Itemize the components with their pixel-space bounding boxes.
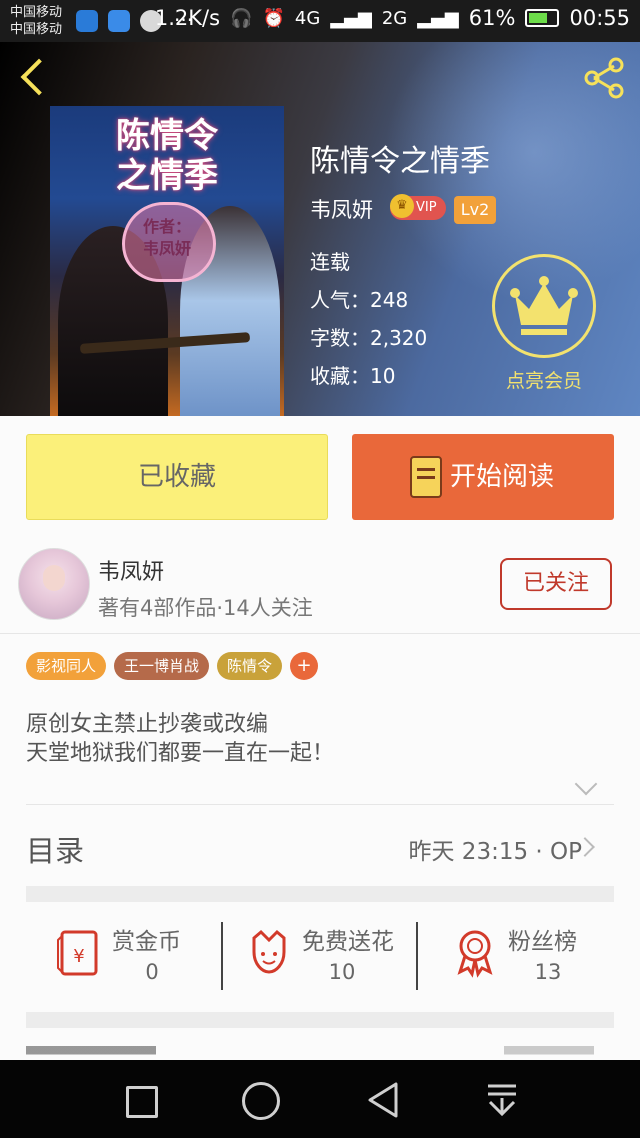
book-detail-content: 已收藏 开始阅读 韦凤妍 著有4部作品·14人关注 已关注 影视同人 王一博肖战… bbox=[0, 416, 640, 1060]
table-of-contents-row[interactable]: 目录 昨天 23:15 · OP bbox=[0, 806, 640, 886]
member-label: 点亮会员 bbox=[505, 370, 582, 392]
cutoff-heading bbox=[26, 1046, 156, 1060]
share-button[interactable] bbox=[580, 54, 628, 102]
author-name: 韦凤妍 bbox=[98, 560, 165, 585]
book-popularity: 人气：248 bbox=[310, 288, 409, 312]
stat-divider bbox=[221, 922, 223, 990]
book-author[interactable]: 韦凤妍 bbox=[310, 194, 373, 224]
carrier-labels: 中国移动 中国移动 bbox=[10, 4, 62, 38]
start-reading-label: 开始阅读 bbox=[450, 462, 555, 492]
book-header: 陈情令 之情季 作者： 韦凤妍 陈情令之情季 韦凤妍 ♛ VIP Lv2 连载 … bbox=[0, 42, 640, 416]
battery-icon bbox=[525, 9, 560, 27]
stat-divider bbox=[416, 922, 418, 990]
author-meta: 著有4部作品·14人关注 bbox=[98, 596, 313, 620]
status-right: 1.2K/s 🎧 ⏰ 4G ▂▄▆ 2G ▂▄▆ 61% 00:55 bbox=[155, 6, 630, 30]
follow-button[interactable]: 已关注 bbox=[500, 558, 612, 610]
back-button[interactable] bbox=[16, 56, 56, 100]
expand-chevron-icon[interactable] bbox=[574, 772, 598, 796]
book-title: 陈情令之情季 bbox=[310, 144, 490, 179]
triangle-back-icon bbox=[368, 1082, 398, 1118]
wifi-app-icon bbox=[76, 10, 98, 32]
next-section-cutoff bbox=[26, 1046, 614, 1060]
cover-title: 陈情令 之情季 bbox=[50, 116, 284, 196]
flower-icon bbox=[252, 929, 286, 974]
book-icon bbox=[410, 456, 442, 498]
start-reading-button[interactable]: 开始阅读 bbox=[352, 434, 614, 520]
cover-author-line1: 作者： bbox=[142, 217, 191, 236]
net-type-2: 2G bbox=[381, 7, 408, 29]
toc-last-update: 昨天 23:15 · OP bbox=[408, 839, 583, 865]
free-flower-stat[interactable]: 免费送花 10 bbox=[244, 920, 414, 996]
home-button[interactable] bbox=[238, 1078, 282, 1122]
shield-icon bbox=[108, 10, 130, 32]
stat-label: 粉丝榜 bbox=[508, 929, 577, 955]
stat-label: 免费送花 bbox=[302, 929, 394, 955]
tag-item[interactable]: 王一博肖战 bbox=[114, 652, 210, 680]
red-envelope-icon: ¥ bbox=[57, 930, 98, 976]
share-icon bbox=[584, 57, 624, 99]
book-word-count: 字数：2,320 bbox=[310, 326, 428, 350]
back-nav-button[interactable] bbox=[362, 1078, 406, 1122]
stat-value: 10 bbox=[328, 960, 356, 984]
carrier-2: 中国移动 bbox=[10, 22, 63, 37]
notification-shade-button[interactable] bbox=[480, 1078, 524, 1122]
member-crown-badge bbox=[492, 254, 596, 358]
section-gap bbox=[26, 1012, 614, 1028]
crown-icon: ♛ bbox=[390, 194, 414, 218]
description-line2: 天堂地狱我们都要一直在一起！ bbox=[26, 741, 335, 766]
tag-item[interactable]: 影视同人 bbox=[26, 652, 107, 680]
stat-value: 13 bbox=[534, 960, 562, 984]
add-tag-button[interactable]: + bbox=[290, 652, 319, 680]
collected-button[interactable]: 已收藏 bbox=[26, 434, 328, 520]
stat-label: 赏金币 bbox=[112, 929, 181, 955]
carrier-1: 中国移动 bbox=[10, 5, 63, 20]
stats-row: ¥ 赏金币 0 免费送花 10 粉丝榜 13 bbox=[26, 902, 614, 1012]
book-status: 连载 bbox=[310, 250, 350, 274]
author-row[interactable]: 韦凤妍 著有4部作品·14人关注 已关注 bbox=[0, 534, 640, 634]
recent-apps-button[interactable] bbox=[118, 1078, 162, 1122]
pull-down-icon bbox=[488, 1084, 516, 1117]
avatar[interactable] bbox=[18, 548, 90, 620]
signal-icon: ▂▄▆ bbox=[330, 7, 372, 29]
award-ribbon-icon bbox=[457, 930, 493, 978]
svg-text:¥: ¥ bbox=[73, 946, 84, 967]
toc-label: 目录 bbox=[26, 834, 85, 868]
book-favorites: 收藏：10 bbox=[310, 364, 396, 388]
cutoff-link bbox=[504, 1046, 594, 1060]
fan-ranking-stat[interactable]: 粉丝榜 13 bbox=[450, 920, 620, 996]
cover-author-line2: 韦凤妍 bbox=[142, 239, 191, 258]
tag-item[interactable]: 陈情令 bbox=[217, 652, 283, 680]
clock: 00:55 bbox=[569, 6, 630, 30]
battery-percent: 61% bbox=[468, 6, 516, 30]
crown-icon bbox=[510, 276, 578, 335]
cover-author: 作者： 韦凤妍 bbox=[50, 216, 284, 260]
network-speed: 1.2K/s bbox=[154, 6, 221, 30]
book-cover[interactable]: 陈情令 之情季 作者： 韦凤妍 bbox=[50, 106, 284, 416]
section-gap bbox=[26, 886, 614, 902]
tag-list: 影视同人 王一博肖战 陈情令 + bbox=[26, 652, 319, 680]
cover-title-line2: 之情季 bbox=[116, 156, 218, 196]
stat-value: 0 bbox=[145, 960, 159, 984]
book-description: 原创女主禁止抄袭或改编 天堂地狱我们都要一直在一起！ bbox=[26, 710, 586, 768]
net-type-1: 4G bbox=[294, 7, 321, 29]
divider bbox=[26, 804, 614, 805]
headphone-icon: 🎧 bbox=[230, 7, 253, 29]
alarm-icon: ⏰ bbox=[262, 7, 285, 29]
system-nav-bar bbox=[0, 1060, 640, 1138]
vip-label: VIP bbox=[416, 200, 437, 215]
vip-badge: ♛ VIP bbox=[390, 194, 446, 220]
activate-member-button[interactable]: 点亮会员 bbox=[492, 254, 596, 394]
reward-coins-stat[interactable]: ¥ 赏金币 0 bbox=[54, 920, 224, 996]
status-bar: 中国移动 中国移动 ··· 1.2K/s 🎧 ⏰ 4G ▂▄▆ 2G ▂▄▆ 6… bbox=[0, 0, 640, 42]
level-badge: Lv2 bbox=[454, 196, 496, 224]
signal-icon-2: ▂▄▆ bbox=[417, 7, 459, 29]
description-line1: 原创女主禁止抄袭或改编 bbox=[26, 712, 269, 737]
cover-title-line1: 陈情令 bbox=[116, 116, 218, 156]
